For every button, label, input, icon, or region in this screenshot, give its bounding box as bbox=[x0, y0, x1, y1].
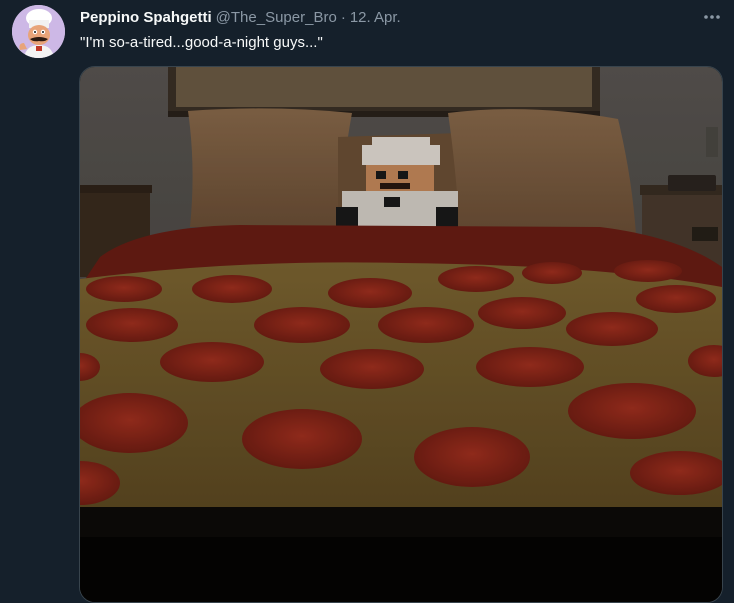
tweet-media[interactable] bbox=[79, 66, 723, 603]
more-horizontal-icon bbox=[704, 15, 720, 19]
pizza-bed-image bbox=[80, 67, 722, 602]
display-name[interactable]: Peppino Spahgetti bbox=[80, 9, 212, 26]
tweet-text: "I'm so-a-tired...good-a-night guys..." bbox=[80, 34, 323, 51]
tweet-header: Peppino Spahgetti @The_Super_Bro · 12. A… bbox=[80, 7, 401, 27]
user-handle[interactable]: @The_Super_Bro bbox=[216, 9, 337, 26]
separator-dot: · bbox=[340, 8, 346, 26]
chef-avatar-icon bbox=[12, 5, 65, 58]
avatar[interactable] bbox=[12, 5, 65, 58]
more-options-button[interactable] bbox=[702, 8, 722, 26]
tweet[interactable]: Peppino Spahgetti @The_Super_Bro · 12. A… bbox=[0, 0, 734, 603]
timestamp[interactable]: 12. Apr. bbox=[350, 9, 401, 26]
